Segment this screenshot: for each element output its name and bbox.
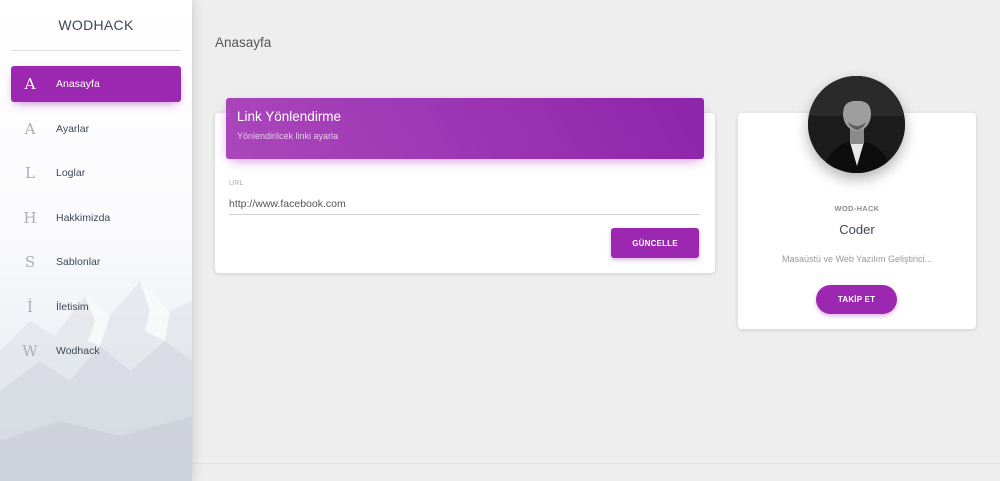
sablonlar-icon: S xyxy=(24,253,36,271)
profile-avatar[interactable] xyxy=(808,76,905,173)
profile-description: Masaüstü ve Web Yazılım Geliştirici... xyxy=(781,254,933,264)
ayarlar-icon: A xyxy=(24,119,36,138)
link-card-title: Link Yönlendirme xyxy=(237,109,342,124)
loglar-icon: L xyxy=(25,164,35,182)
sidebar-item-label: Ayarlar xyxy=(56,122,90,135)
sidebar-item-iletisim[interactable]: İ İletisim xyxy=(11,289,181,325)
url-label: URL xyxy=(229,180,244,187)
sidebar-item-loglar[interactable]: L Loglar xyxy=(11,155,181,191)
sidebar-item-wodhack[interactable]: W Wodhack xyxy=(11,333,181,369)
brand-logo-text[interactable]: WODHACK xyxy=(0,0,192,50)
sidebar-item-label: İletisim xyxy=(56,300,89,313)
sidebar: WODHACK A Anasayfa A Ayarlar L Loglar H … xyxy=(0,0,192,481)
profile-name: Coder xyxy=(839,222,875,237)
wodhack-icon: W xyxy=(22,342,38,360)
sidebar-item-label: Anasayfa xyxy=(56,78,100,90)
profile-category: WOD-HACK xyxy=(834,204,880,213)
sidebar-item-label: Sablonlar xyxy=(56,256,101,268)
brand-divider xyxy=(11,50,181,51)
sidebar-item-ayarlar[interactable]: A Ayarlar xyxy=(11,111,181,147)
sidebar-item-anasayfa[interactable]: A Anasayfa xyxy=(11,66,181,102)
sidebar-item-label: Loglar xyxy=(56,167,86,179)
avatar-photo-icon xyxy=(808,76,905,173)
follow-button[interactable]: TAKİP ET xyxy=(816,285,897,314)
sidebar-item-label: Wodhack xyxy=(56,345,100,357)
hakkimizda-icon: H xyxy=(23,208,37,227)
sidebar-nav: A Anasayfa A Ayarlar L Loglar H Hakkimiz… xyxy=(0,66,192,378)
update-button[interactable]: GÜNCELLE xyxy=(611,228,699,258)
sidebar-item-sablonlar[interactable]: S Sablonlar xyxy=(11,244,181,280)
anasayfa-icon: A xyxy=(24,75,36,93)
sidebar-item-hakkimizda[interactable]: H Hakkimizda xyxy=(11,200,181,236)
link-card-header: Link Yönlendirme Yönlendirilcek linki ay… xyxy=(226,98,704,159)
link-card-subtitle: Yönlendirilcek linki ayarla xyxy=(237,131,339,141)
page-title[interactable]: Anasayfa xyxy=(215,35,271,50)
footer-divider xyxy=(192,463,1000,464)
sidebar-item-label: Hakkimizda xyxy=(56,211,111,224)
url-input[interactable] xyxy=(229,194,700,215)
iletisim-icon: İ xyxy=(27,297,33,316)
